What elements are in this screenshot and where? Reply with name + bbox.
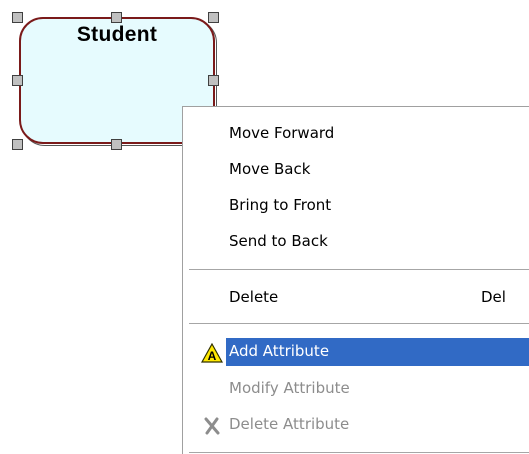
menu-separator [189,269,529,270]
menu-item-label: Add Attribute [229,342,330,360]
menu-separator [189,323,529,324]
svg-text:A: A [208,349,217,363]
resize-handle-top-left[interactable] [12,12,23,23]
x-icon [201,415,223,435]
menu-item-delete-attribute[interactable]: Delete Attribute [183,408,529,440]
resize-handle-bottom-left[interactable] [12,139,23,150]
resize-handle-top-center[interactable] [111,12,122,23]
menu-item-bring-to-front[interactable]: Bring to Front [183,189,529,221]
resize-handle-middle-left[interactable] [12,75,23,86]
menu-item-label: Modify Attribute [229,379,350,397]
warning-triangle-icon: A [200,342,224,363]
resize-handle-top-right[interactable] [208,12,219,23]
menu-item-move-back[interactable]: Move Back [183,153,529,185]
menu-item-add-attribute[interactable]: A Add Attribute [183,335,529,367]
menu-item-label: Delete [229,288,279,306]
menu-item-delete[interactable]: Delete Del [183,281,529,313]
entity-title: Student [76,23,158,46]
menu-item-label: Bring to Front [229,196,332,214]
resize-handle-bottom-center[interactable] [111,139,122,150]
diagram-canvas[interactable]: Student Move Forward Move Back Bring to … [0,0,529,454]
resize-handle-middle-right[interactable] [208,75,219,86]
menu-item-modify-attribute[interactable]: Modify Attribute [183,372,529,404]
context-menu: Move Forward Move Back Bring to Front Se… [182,106,529,454]
menu-item-label: Move Forward [229,124,335,142]
menu-item-label: Delete Attribute [229,415,350,433]
menu-item-label: Send to Back [229,232,328,250]
menu-item-label: Move Back [229,160,311,178]
menu-separator [189,452,529,453]
menu-item-move-forward[interactable]: Move Forward [183,117,529,149]
menu-item-shortcut: Del [481,288,506,306]
menu-item-send-to-back[interactable]: Send to Back [183,225,529,257]
